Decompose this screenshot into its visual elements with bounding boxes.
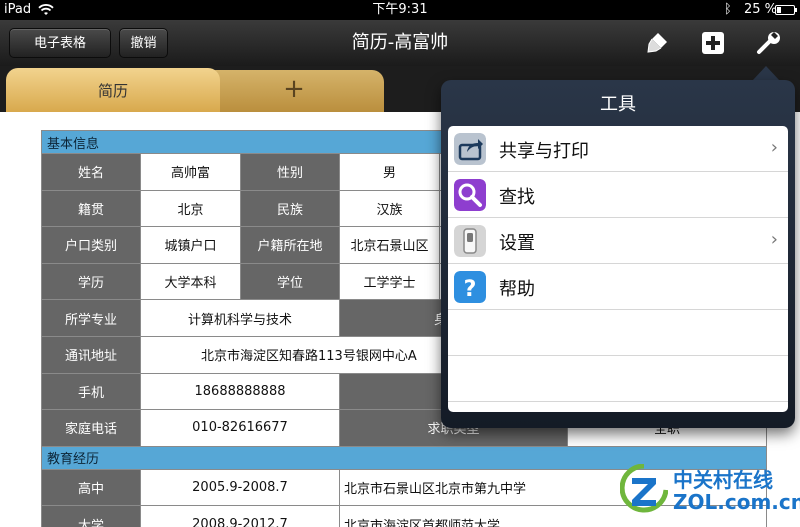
battery-icon xyxy=(775,5,797,15)
add-icon[interactable] xyxy=(700,30,726,56)
cell[interactable]: 所学专业 xyxy=(41,299,141,337)
bluetooth-icon: ᛒ xyxy=(724,2,732,17)
svg-text:?: ? xyxy=(464,277,477,302)
cell[interactable]: 北京 xyxy=(140,189,241,228)
settings-icon xyxy=(454,225,486,257)
menu-item-label: 设置 xyxy=(499,233,535,254)
cell[interactable]: 手机 xyxy=(41,372,141,411)
cell[interactable]: 18688888888 xyxy=(140,372,340,411)
brush-icon[interactable] xyxy=(644,30,670,56)
cell[interactable]: 男 xyxy=(339,153,440,191)
cell[interactable]: 高帅富 xyxy=(140,153,241,191)
watermark-url: ZOL.com.cn xyxy=(673,490,800,514)
battery-percent: 25 % xyxy=(744,2,778,17)
menu-item-settings[interactable]: 设置 › xyxy=(448,218,788,264)
cell[interactable]: 户籍所在地 xyxy=(240,226,340,264)
tools-menu: 共享与打印 › 查找 设置 › ? 帮助 xyxy=(448,126,788,412)
cell[interactable]: 010-82616677 xyxy=(140,409,340,447)
cell[interactable]: 姓名 xyxy=(41,153,141,191)
search-icon xyxy=(454,179,486,211)
cell[interactable]: 性别 xyxy=(240,153,340,191)
chevron-right-icon: › xyxy=(770,137,778,158)
chevron-right-icon: › xyxy=(770,229,778,250)
cell[interactable]: 城镇户口 xyxy=(140,226,241,264)
cell[interactable]: 北京石景山区 xyxy=(339,226,440,264)
status-bar: iPad 下午9:31 ᛒ 25 % xyxy=(0,0,800,20)
menu-empty-row xyxy=(448,356,788,402)
cell[interactable]: 2008.9-2012.7 xyxy=(140,505,340,527)
help-icon: ? xyxy=(454,271,486,303)
popover-title: 工具 xyxy=(600,94,636,115)
cell[interactable]: 大学 xyxy=(41,505,141,527)
menu-item-find[interactable]: 查找 xyxy=(448,172,788,218)
cell[interactable]: 学位 xyxy=(240,262,340,301)
share-icon xyxy=(454,133,486,165)
spreadsheets-button[interactable]: 电子表格 xyxy=(9,28,111,58)
cell[interactable]: 工学学士 xyxy=(339,262,440,301)
tools-popover: 工具 共享与打印 › 查找 设置 › ? 帮助 xyxy=(441,80,795,428)
menu-item-help[interactable]: ? 帮助 xyxy=(448,264,788,310)
cell[interactable]: 通讯地址 xyxy=(41,335,141,374)
toolbar: 电子表格 撤销 简历-高富帅 xyxy=(0,20,800,66)
cell[interactable]: 2005.9-2008.7 xyxy=(140,468,340,507)
tab-label: 简历 xyxy=(97,82,128,100)
menu-item-label: 共享与打印 xyxy=(499,141,589,162)
cell[interactable]: 汉族 xyxy=(339,189,440,228)
tab-resume[interactable]: 简历 xyxy=(6,68,220,112)
menu-empty-row xyxy=(448,310,788,356)
zol-logo xyxy=(620,464,668,513)
cell[interactable]: 籍贯 xyxy=(41,189,141,228)
cell[interactable]: 计算机科学与技术 xyxy=(140,299,340,337)
watermark-brand: 中关村在线 xyxy=(673,468,773,492)
cell[interactable]: 大学本科 xyxy=(140,262,241,301)
undo-button[interactable]: 撤销 xyxy=(119,28,168,58)
menu-item-label: 查找 xyxy=(499,187,535,208)
cell[interactable]: 学历 xyxy=(41,262,141,301)
menu-item-label: 帮助 xyxy=(499,279,535,300)
cell[interactable]: 高中 xyxy=(41,468,141,507)
plus-icon: + xyxy=(283,74,305,104)
cell[interactable]: 户口类别 xyxy=(41,226,141,264)
wrench-icon[interactable] xyxy=(756,30,782,56)
menu-item-share-print[interactable]: 共享与打印 › xyxy=(448,126,788,172)
watermark: 中关村在线 ZOL.com.cn xyxy=(620,462,800,522)
add-sheet-tab[interactable]: + xyxy=(204,70,384,114)
cell[interactable]: 家庭电话 xyxy=(41,409,141,447)
clock: 下午9:31 xyxy=(372,2,428,17)
cell[interactable]: 民族 xyxy=(240,189,340,228)
popover-arrow xyxy=(752,66,780,81)
